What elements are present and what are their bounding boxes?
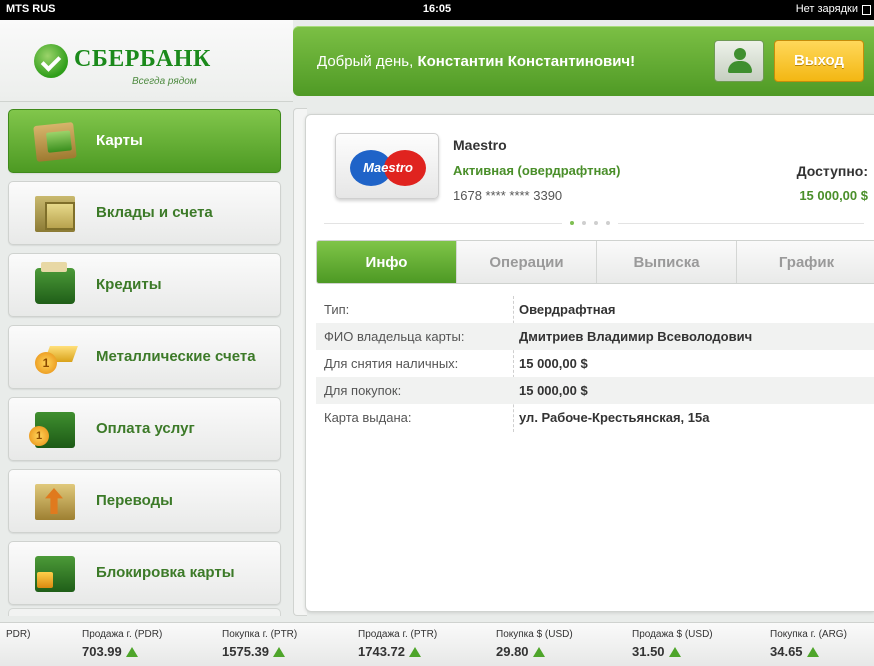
- briefcase-icon: [29, 412, 75, 448]
- sidebar-item-block-card[interactable]: Блокировка карты: [8, 541, 281, 605]
- ticker-item: Продажа г. (PDR) 703.99: [82, 629, 162, 659]
- maestro-logo-text: Maestro: [363, 160, 413, 175]
- card-pager[interactable]: [324, 219, 864, 229]
- info-row: Для покупок: 15 000,00 $: [316, 377, 874, 404]
- ticker-item: Покупка $ (USD) 29.80: [496, 629, 573, 659]
- maestro-logo-icon: Maestro: [350, 150, 426, 186]
- ticker-item: Продажа $ (USD) 31.50: [632, 629, 713, 659]
- sidebar-item-label: Кредиты: [96, 276, 162, 293]
- sidebar-item-deposits[interactable]: Вклады и счета: [8, 181, 281, 245]
- tab-schedule[interactable]: График: [737, 241, 874, 283]
- sidebar-item-label: Металлические счета: [96, 348, 256, 365]
- card-status: Активная (овердрафтная): [453, 163, 621, 178]
- sidebar-item-label: Оплата услуг: [96, 420, 195, 437]
- sidebar-item-label: Блокировка карты: [96, 564, 235, 581]
- sidebar-scroll-edge: [8, 608, 281, 616]
- brand-header: СБЕРБАНК Всегда рядом: [0, 20, 293, 102]
- info-row: ФИО владельца карты: Дмитриев Владимир В…: [316, 323, 874, 350]
- info-value: 15 000,00 $: [519, 356, 588, 371]
- pager-dot[interactable]: [570, 221, 574, 225]
- currency-ticker: PDR) Продажа г. (PDR) 703.99 Покупка г. …: [0, 622, 874, 666]
- transfer-icon: [35, 484, 75, 520]
- user-name: Константин Константинович!: [417, 53, 636, 70]
- arrow-up-icon: [125, 647, 138, 657]
- pager-dot[interactable]: [606, 221, 610, 225]
- card-thumbnail[interactable]: Maestro: [335, 133, 439, 199]
- info-row: Карта выдана: ул. Рабоче-Крестьянская, 1…: [316, 404, 874, 431]
- info-value: ул. Рабоче-Крестьянская, 15а: [519, 410, 710, 425]
- sidebar-item-label: Переводы: [96, 492, 173, 509]
- info-row: Для снятия наличных: 15 000,00 $: [316, 350, 874, 377]
- sidebar-item-transfers[interactable]: Переводы: [8, 469, 281, 533]
- info-key: Карта выдана:: [324, 410, 412, 425]
- ticker-value: 29.80: [496, 644, 529, 659]
- tab-operations[interactable]: Операции: [457, 241, 597, 283]
- money-icon: [35, 196, 75, 232]
- lock-icon: [35, 556, 75, 592]
- ticker-item: Покупка г. (ARG) 34.65: [770, 629, 847, 659]
- info-value: Дмитриев Владимир Всеволодович: [519, 329, 753, 344]
- info-value: 15 000,00 $: [519, 383, 588, 398]
- ticker-value: 703.99: [82, 644, 122, 659]
- ticker-label: Покупка г. (PTR): [222, 629, 298, 640]
- brand-slogan: Всегда рядом: [132, 76, 197, 87]
- sidebar-item-cards[interactable]: Карты: [8, 109, 281, 173]
- wallet-icon: [35, 262, 75, 304]
- gold-bar-icon: [35, 340, 75, 376]
- ticker-label: Покупка г. (ARG): [770, 629, 847, 640]
- ticker-value: 34.65: [770, 644, 803, 659]
- tab-statement[interactable]: Выписка: [597, 241, 737, 283]
- card-name: Maestro: [453, 137, 507, 153]
- tab-info[interactable]: Инфо: [317, 241, 457, 283]
- status-bar: MTS RUS 16:05 Нет зарядки: [0, 0, 874, 20]
- card-icon: [33, 122, 77, 162]
- ticker-item: Покупка г. (PTR) 1575.39: [222, 629, 297, 659]
- sidebar: Карты Вклады и счета Кредиты Металлическ…: [0, 102, 293, 622]
- arrow-up-icon: [532, 647, 545, 657]
- arrow-up-icon: [668, 647, 681, 657]
- battery-status: Нет зарядки: [795, 3, 858, 15]
- pager-dot[interactable]: [594, 221, 598, 225]
- sidebar-item-metal-accounts[interactable]: Металлические счета: [8, 325, 281, 389]
- info-value: Овердрафтная: [519, 302, 616, 317]
- logout-button[interactable]: Выход: [774, 40, 864, 82]
- greeting-prefix: Добрый день,: [317, 53, 414, 70]
- card-tabs: Инфо Операции Выписка График: [316, 240, 874, 284]
- battery-icon: [862, 5, 871, 15]
- arrow-up-icon: [806, 647, 819, 657]
- ticker-label: Покупка $ (USD): [496, 629, 573, 640]
- info-key: Для покупок:: [324, 383, 402, 398]
- ticker-value: 31.50: [632, 644, 665, 659]
- info-key: Для снятия наличных:: [324, 356, 459, 371]
- info-key: ФИО владельца карты:: [324, 329, 465, 344]
- ticker-label: Продажа г. (PTR): [358, 629, 438, 640]
- arrow-up-icon: [273, 647, 285, 657]
- card-detail-panel: Maestro Maestro Активная (овердрафтная) …: [305, 114, 874, 612]
- ticker-label: PDR): [6, 629, 31, 640]
- ticker-item: PDR): [6, 629, 30, 640]
- profile-button[interactable]: [714, 40, 764, 82]
- pager-dot[interactable]: [582, 221, 586, 225]
- ticker-value: 1743.72: [358, 644, 405, 659]
- greeting-bar: Добрый день, Константин Константинович! …: [293, 26, 874, 96]
- ticker-value: 1575.39: [222, 644, 269, 659]
- available-value: 15 000,00 $: [799, 188, 868, 203]
- sidebar-item-payments[interactable]: Оплата услуг: [8, 397, 281, 461]
- arrow-up-icon: [409, 647, 421, 657]
- ticker-label: Продажа $ (USD): [632, 629, 713, 640]
- ticker-label: Продажа г. (PDR): [82, 629, 163, 640]
- available-label: Доступно:: [796, 163, 868, 179]
- sidebar-item-label: Вклады и счета: [96, 204, 213, 221]
- sidebar-item-credits[interactable]: Кредиты: [8, 253, 281, 317]
- info-key: Тип:: [324, 302, 350, 317]
- sidebar-item-label: Карты: [96, 132, 143, 149]
- user-icon: [734, 48, 746, 60]
- clock: 16:05: [422, 3, 452, 15]
- brand-name: СБЕРБАНК: [74, 46, 211, 72]
- ticker-item: Продажа г. (PTR) 1743.72: [358, 629, 437, 659]
- greeting-text: Добрый день, Константин Константинович!: [317, 53, 635, 70]
- card-number: 1678 **** **** 3390: [453, 188, 563, 203]
- sberbank-logo-icon: [34, 44, 68, 78]
- info-row: Тип: Овердрафтная: [316, 296, 874, 323]
